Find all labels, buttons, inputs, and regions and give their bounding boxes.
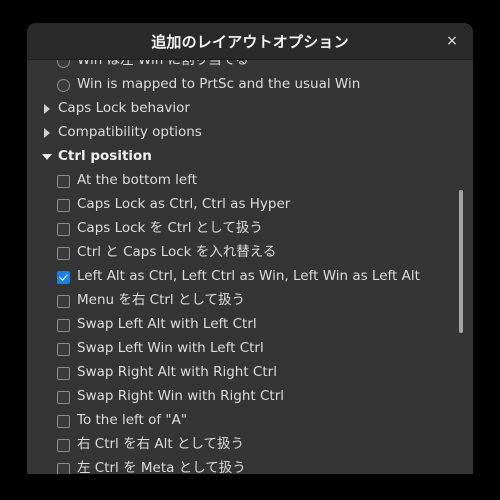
radio-option-row[interactable]: Win は左 Win に割り当てる bbox=[27, 60, 473, 73]
option-label: Caps Lock behavior bbox=[58, 100, 190, 117]
tree-expander-row[interactable]: Ctrl position bbox=[27, 145, 473, 169]
checkbox-option-row[interactable]: 左 Ctrl を Meta として扱う bbox=[27, 457, 473, 474]
options-list: Win は左 Win に割り当てる Win is mapped to PrtSc … bbox=[27, 60, 473, 474]
option-label: Ctrl と Caps Lock を入れ替える bbox=[77, 244, 277, 261]
option-label: Swap Left Win with Left Ctrl bbox=[77, 340, 264, 357]
options-scroll-area[interactable]: Win は左 Win に割り当てる Win is mapped to PrtSc … bbox=[27, 60, 473, 474]
option-label: Swap Right Win with Right Ctrl bbox=[77, 388, 285, 405]
checkbox[interactable] bbox=[57, 174, 70, 188]
option-label: Win is mapped to PrtSc and the usual Win bbox=[77, 76, 361, 93]
vertical-scrollbar[interactable] bbox=[458, 60, 464, 474]
checkbox-option-row[interactable]: Swap Left Alt with Left Ctrl bbox=[27, 313, 473, 337]
checkbox[interactable] bbox=[57, 318, 70, 332]
checkbox-option-row[interactable]: Left Alt as Ctrl, Left Ctrl as Win, Left… bbox=[27, 265, 473, 289]
close-icon[interactable]: × bbox=[439, 28, 465, 54]
checkbox[interactable] bbox=[57, 246, 70, 260]
chevron-right-icon[interactable] bbox=[40, 102, 54, 116]
checkbox-option-row[interactable]: Menu を右 Ctrl として扱う bbox=[27, 289, 473, 313]
dialog-titlebar: 追加のレイアウトオプション × bbox=[27, 23, 473, 60]
option-label: Menu を右 Ctrl として扱う bbox=[77, 292, 246, 309]
option-label: 左 Ctrl を Meta として扱う bbox=[77, 460, 246, 474]
option-label: Win は左 Win に割り当てる bbox=[77, 60, 249, 69]
scrollbar-thumb[interactable] bbox=[459, 190, 463, 333]
checkbox-option-row[interactable]: To the left of "A" bbox=[27, 409, 473, 433]
checkbox[interactable] bbox=[57, 414, 70, 428]
radio-button[interactable] bbox=[57, 78, 70, 92]
checkbox[interactable] bbox=[57, 294, 70, 308]
checkbox-option-row[interactable]: Caps Lock as Ctrl, Ctrl as Hyper bbox=[27, 193, 473, 217]
dialog-title: 追加のレイアウトオプション bbox=[151, 32, 349, 51]
checkbox-option-row[interactable]: Caps Lock を Ctrl として扱う bbox=[27, 217, 473, 241]
option-label: Caps Lock as Ctrl, Ctrl as Hyper bbox=[77, 196, 291, 213]
option-label: Left Alt as Ctrl, Left Ctrl as Win, Left… bbox=[77, 268, 420, 285]
checkbox-option-row[interactable]: Swap Right Win with Right Ctrl bbox=[27, 385, 473, 409]
option-label: Ctrl position bbox=[58, 148, 152, 165]
radio-option-row[interactable]: Win is mapped to PrtSc and the usual Win bbox=[27, 73, 473, 97]
option-label: Caps Lock を Ctrl として扱う bbox=[77, 220, 263, 237]
checkbox-option-row[interactable]: At the bottom left bbox=[27, 169, 473, 193]
checkbox[interactable] bbox=[57, 342, 70, 356]
option-label: 右 Ctrl を右 Alt として扱う bbox=[77, 436, 245, 453]
option-label: Swap Left Alt with Left Ctrl bbox=[77, 316, 257, 333]
checkbox[interactable] bbox=[57, 222, 70, 236]
checkbox-option-row[interactable]: Swap Left Win with Left Ctrl bbox=[27, 337, 473, 361]
checkbox-option-row[interactable]: 右 Ctrl を右 Alt として扱う bbox=[27, 433, 473, 457]
option-label: Swap Right Alt with Right Ctrl bbox=[77, 364, 277, 381]
checkbox[interactable] bbox=[57, 438, 70, 452]
checkbox-option-row[interactable]: Ctrl と Caps Lock を入れ替える bbox=[27, 241, 473, 265]
checkbox[interactable] bbox=[57, 198, 70, 212]
checkbox[interactable] bbox=[57, 390, 70, 404]
option-label: Compatibility options bbox=[58, 124, 202, 141]
checkbox[interactable] bbox=[57, 366, 70, 380]
tree-expander-row[interactable]: Caps Lock behavior bbox=[27, 97, 473, 121]
checkbox[interactable] bbox=[57, 462, 70, 474]
chevron-down-icon[interactable] bbox=[40, 150, 54, 164]
checkbox-option-row[interactable]: Swap Right Alt with Right Ctrl bbox=[27, 361, 473, 385]
chevron-right-icon[interactable] bbox=[40, 126, 54, 140]
checkbox[interactable] bbox=[57, 270, 70, 284]
option-label: At the bottom left bbox=[77, 172, 198, 189]
tree-expander-row[interactable]: Compatibility options bbox=[27, 121, 473, 145]
additional-layout-options-dialog: 追加のレイアウトオプション × Win は左 Win に割り当てる Win is … bbox=[27, 23, 473, 474]
radio-button[interactable] bbox=[57, 60, 70, 68]
option-label: To the left of "A" bbox=[77, 412, 188, 429]
